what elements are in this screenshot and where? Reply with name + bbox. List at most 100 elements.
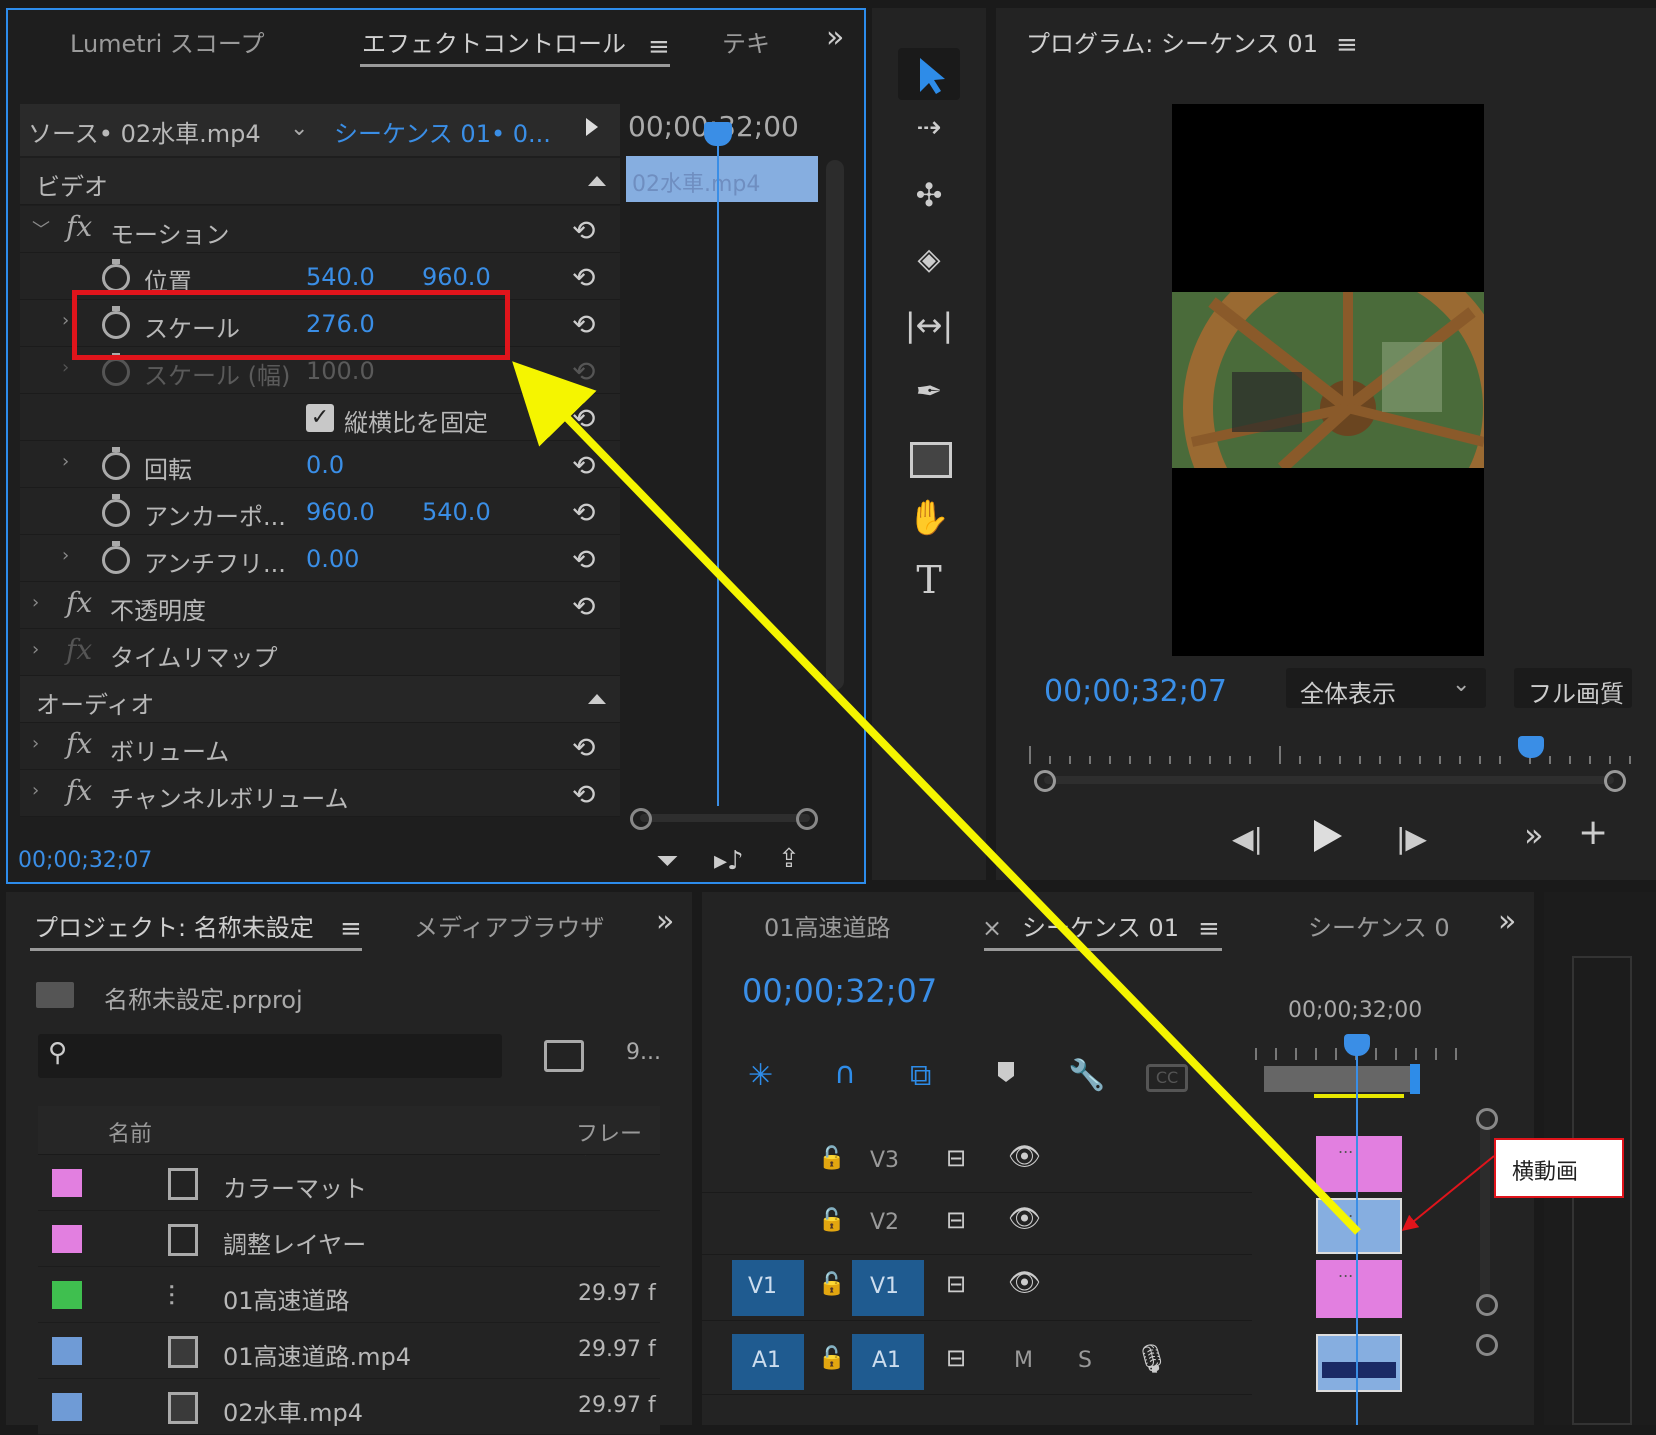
chevron-right-icon[interactable]: ›	[32, 780, 39, 801]
pen-tool[interactable]: ✒	[898, 372, 960, 424]
tab-sequence-01[interactable]: シーケンス 01	[1022, 908, 1179, 943]
reset-icon[interactable]: ⟲	[572, 214, 600, 247]
clip-v2[interactable]: ...	[1316, 1198, 1402, 1254]
label-color-swatch[interactable]	[52, 1393, 82, 1421]
microphone-icon[interactable]: 🎙	[1134, 1342, 1170, 1375]
search-input[interactable]: ⚲	[38, 1034, 502, 1078]
tab-media-browser[interactable]: メディアブラウザ	[414, 908, 604, 943]
play-audio-icon[interactable]: ▸♪	[714, 846, 744, 876]
linked-selection-icon[interactable]: ⧉	[910, 1058, 931, 1093]
filter-icon[interactable]: ⏷	[656, 844, 678, 878]
anchor-x[interactable]: 960.0	[306, 498, 375, 526]
timeline-vscroll[interactable]	[1480, 1110, 1490, 1310]
label-color-swatch[interactable]	[52, 1225, 82, 1253]
timeline-timecode[interactable]: 00;00;32;07	[742, 972, 937, 1010]
antiflicker-value[interactable]: 0.00	[306, 545, 359, 573]
motion-row[interactable]: ﹀ fx モーション ⟲	[20, 206, 620, 253]
captions-icon[interactable]: CC	[1146, 1064, 1188, 1092]
collapse-icon[interactable]	[588, 176, 606, 186]
lock-icon[interactable]: 🔓	[818, 1272, 845, 1297]
reset-icon[interactable]: ⟲	[572, 449, 600, 482]
reset-icon[interactable]: ⟲	[572, 402, 600, 435]
rectangle-tool[interactable]	[898, 436, 960, 488]
timeline-work-area[interactable]	[1264, 1066, 1414, 1092]
list-item[interactable]: 01高速道路.mp4 29.97 f	[38, 1324, 660, 1379]
zoom-handle-left[interactable]	[1034, 770, 1056, 792]
type-tool[interactable]: T	[898, 558, 960, 610]
tab-sequence-highway[interactable]: 01高速道路	[764, 908, 891, 943]
fx-icon[interactable]: fx	[66, 586, 92, 619]
opacity-row[interactable]: › fx 不透明度 ⟲	[20, 582, 620, 629]
magnet-icon[interactable]: ∩	[834, 1056, 856, 1091]
col-name[interactable]: 名前	[108, 1116, 152, 1148]
sync-lock-icon[interactable]: ⊟	[946, 1206, 966, 1234]
wrench-icon[interactable]: 🔧	[1068, 1058, 1105, 1093]
label-color-swatch[interactable]	[52, 1169, 82, 1197]
quality-dropdown[interactable]: フル画質	[1514, 668, 1632, 708]
program-playhead[interactable]	[1518, 736, 1544, 758]
clip-v3[interactable]: ...	[1316, 1136, 1402, 1192]
export-icon[interactable]: ⇪	[778, 844, 800, 874]
label-color-swatch[interactable]	[52, 1337, 82, 1365]
overflow-icon[interactable]: »	[1524, 816, 1544, 854]
collapse-icon[interactable]	[588, 694, 606, 704]
reset-icon[interactable]: ⟲	[572, 308, 600, 341]
time-remap-row[interactable]: › fx タイムリマップ	[20, 629, 620, 676]
zoom-dropdown[interactable]: 全体表示 ⌄	[1286, 668, 1486, 708]
sequence-label[interactable]: シーケンス 01• 0...	[334, 114, 551, 149]
fx-icon[interactable]: fx	[66, 774, 92, 807]
list-item[interactable]: ⫶ 01高速道路 29.97 f	[38, 1268, 660, 1323]
step-back-icon[interactable]: ◀|	[1232, 822, 1263, 855]
reset-icon[interactable]: ⟲	[572, 731, 600, 764]
tab-sequence-other[interactable]: シーケンス 0	[1308, 908, 1450, 943]
panel-menu-icon[interactable]: ≡	[340, 914, 362, 944]
tab-text[interactable]: テキ	[722, 24, 770, 59]
chevron-right-icon[interactable]: ›	[62, 451, 69, 472]
panel-overflow-icon[interactable]: »	[656, 904, 674, 939]
tab-project[interactable]: プロジェクト: 名称未設定	[34, 908, 314, 943]
fx-icon[interactable]: fx	[66, 727, 92, 760]
list-item[interactable]: 02水車.mp4 29.97 f	[38, 1380, 660, 1435]
channel-volume-row[interactable]: › fx チャンネルボリューム ⟲	[20, 770, 620, 817]
stopwatch-icon[interactable]	[102, 541, 130, 574]
stopwatch-icon[interactable]	[102, 494, 130, 527]
chevron-down-icon[interactable]: ﹀	[32, 216, 50, 242]
panel-overflow-icon[interactable]: »	[1498, 904, 1516, 939]
play-icon[interactable]	[1314, 820, 1342, 852]
lock-icon[interactable]: 🔓	[818, 1146, 845, 1171]
selection-tool[interactable]	[898, 48, 960, 100]
step-forward-icon[interactable]: |▶	[1396, 822, 1427, 855]
position-y[interactable]: 960.0	[422, 263, 491, 291]
sync-lock-icon[interactable]: ⊟	[946, 1344, 966, 1372]
scroll-handle-top[interactable]	[1476, 1108, 1498, 1130]
panel-menu-icon[interactable]: ≡	[1198, 914, 1220, 944]
hand-tool[interactable]: ✋	[898, 498, 960, 550]
effect-timecode[interactable]: 00;00;32;07	[18, 848, 152, 873]
track-label-v2[interactable]: V2	[870, 1210, 899, 1235]
scroll-handle-audio[interactable]	[1476, 1334, 1498, 1356]
chevron-down-icon[interactable]: ⌄	[290, 116, 308, 141]
reset-icon[interactable]: ⟲	[572, 261, 600, 294]
clip-a1[interactable]	[1316, 1334, 1402, 1392]
add-button-icon[interactable]: +	[1578, 812, 1608, 853]
tab-effect-controls[interactable]: エフェクトコントロール	[362, 24, 626, 59]
timeline-playhead[interactable]	[1344, 1034, 1370, 1056]
reset-icon[interactable]: ⟲	[572, 496, 600, 529]
razor-tool[interactable]: ◈	[898, 242, 960, 294]
panel-menu-icon[interactable]: ≡	[648, 32, 670, 62]
reset-icon[interactable]: ⟲	[572, 778, 600, 811]
panel-menu-icon[interactable]: ≡	[1336, 30, 1358, 60]
panel-overflow-icon[interactable]: »	[826, 20, 844, 55]
label-color-swatch[interactable]	[52, 1281, 82, 1309]
position-x[interactable]: 540.0	[306, 263, 375, 291]
program-timecode[interactable]: 00;00;32;07	[1044, 674, 1227, 709]
mute-button[interactable]: M	[1014, 1348, 1033, 1373]
stopwatch-icon[interactable]	[102, 447, 130, 480]
stopwatch-icon[interactable]	[102, 259, 130, 292]
chevron-right-icon[interactable]: ›	[32, 639, 39, 660]
track-select-tool[interactable]: ⇢	[898, 110, 960, 162]
zoom-handle-right[interactable]	[1604, 770, 1626, 792]
lock-icon[interactable]: 🔓	[818, 1208, 845, 1233]
clip-v1[interactable]: ...	[1316, 1260, 1402, 1318]
new-bin-search-icon[interactable]	[544, 1040, 584, 1072]
